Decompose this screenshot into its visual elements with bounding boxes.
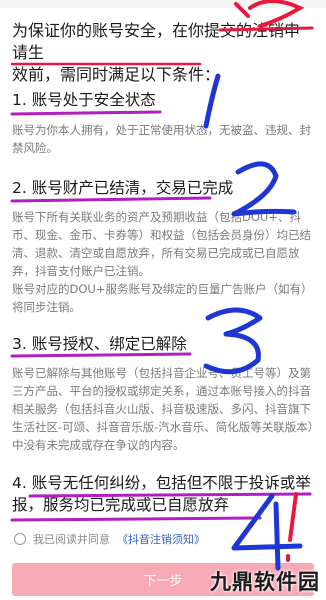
status-bar [0, 0, 326, 8]
consent-prefix: 我已阅读并同意 [33, 533, 110, 546]
annotation-underline-1 [10, 110, 162, 116]
condition-2-body: 账号下所有关联业务的资产及预期收益（包括DOU+、抖币、现金、金币、卡券等）和权… [12, 208, 316, 316]
condition-2-body-para-1: 账号下所有关联业务的资产及预期收益（包括DOU+、抖币、现金、金币、卡券等）和权… [12, 210, 311, 278]
watermark: 九鼎软件园 [210, 569, 320, 594]
intro-line-2: 效前，需同时满足以下条件： [12, 65, 221, 84]
condition-2-body-para-2: 账号对应的DOU+服务账号及绑定的巨量广告账户（如有）将同步注销。 [12, 282, 313, 314]
condition-3-body: 账号已解除与其他账号（包括抖音企业号、员工号等）及第三方产品、平台的授权或绑定关… [12, 366, 314, 452]
condition-1-body: 账号为你本人拥有，处于正常使用状态，无被盗、违规、封禁风险。 [12, 123, 311, 155]
terms-link[interactable]: 《抖音注销须知》 [117, 531, 205, 547]
condition-2-title: 2. 账号财产已结清，交易已完成 [12, 179, 234, 197]
intro-text: 为保证你的账号安全，在你提交的注销申请生 效前，需同时满足以下条件： [12, 20, 314, 86]
annotation-underline-4b [10, 516, 262, 522]
consent-radio[interactable] [14, 533, 26, 545]
condition-1-title: 1. 账号处于安全状态 [12, 91, 156, 109]
condition-4-title: 4. 账号无任何纠纷，包括但不限于投诉或举报，服务均已完成或已自愿放弃 [12, 474, 311, 514]
condition-3-title: 3. 账号授权、绑定已解除 [12, 335, 187, 353]
consent-row[interactable]: 我已阅读并同意 《抖音注销须知》 [14, 530, 205, 548]
intro-line-1: 为保证你的账号安全，在你提交的注销申请生 [12, 21, 301, 62]
